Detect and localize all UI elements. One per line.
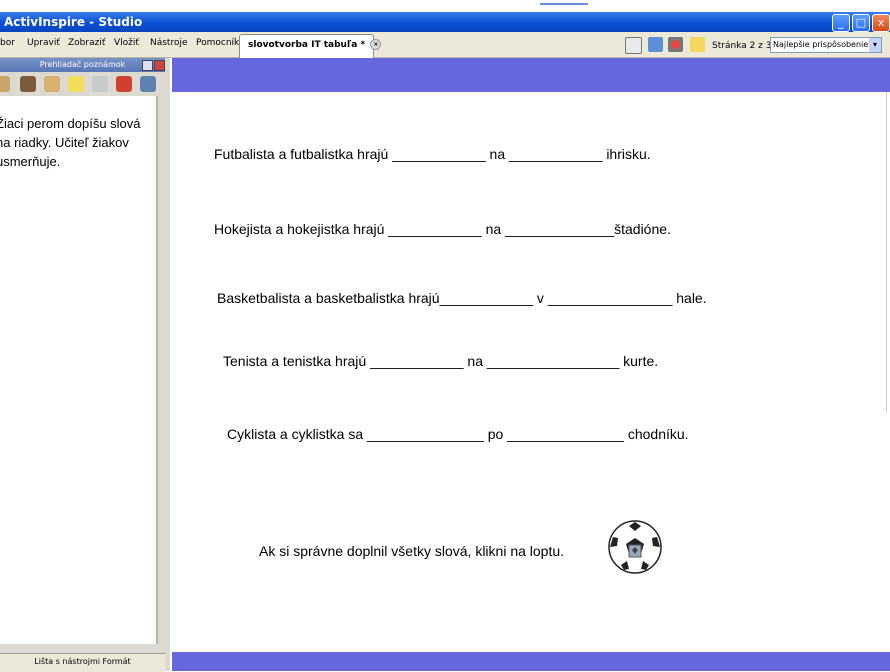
- chevron-down-icon[interactable]: ▾: [869, 38, 881, 52]
- page-view-icon[interactable]: [625, 37, 642, 54]
- note-text: Žiaci perom dopíšu slová na riadky. Učit…: [0, 116, 141, 169]
- zoom-value: Najlepšie prispôsobenie: [773, 40, 869, 49]
- panel-title: Prehliadač poznámok: [39, 60, 126, 69]
- panel-header: Prehliadač poznámok: [0, 58, 165, 72]
- notes-icon[interactable]: [690, 37, 705, 52]
- notes-browser-tab-icon[interactable]: [68, 76, 84, 92]
- canvas-bottom-band: [172, 652, 890, 671]
- close-button[interactable]: x: [872, 14, 890, 32]
- document-tab[interactable]: slovotvorba IT tabuľa * ×: [239, 34, 382, 58]
- sentence-hockey[interactable]: Hokejista a hokejistka hrajú ___________…: [214, 221, 671, 237]
- soccer-ball-icon[interactable]: [607, 519, 663, 575]
- record-icon[interactable]: [668, 37, 683, 52]
- resource-browser-tab-icon[interactable]: [20, 76, 36, 92]
- menu-item-tools[interactable]: Nástroje: [150, 38, 188, 48]
- page-indicator: Stránka 2 z 3: [712, 41, 772, 51]
- sentence-tennis[interactable]: Tenista a tenistka hrajú ____________ na…: [223, 353, 658, 369]
- sentence-cycling[interactable]: Cyklista a cyklistka sa _______________ …: [227, 426, 689, 442]
- menu-item-help[interactable]: Pomocník: [196, 38, 239, 48]
- voting-browser-tab-icon[interactable]: [140, 76, 156, 92]
- window-title: ActivInspire - Studio: [4, 15, 143, 29]
- zoom-select[interactable]: Najlepšie prispôsobenie ▾: [770, 37, 882, 53]
- document-tab-label: slovotvorba IT tabuľa *: [248, 40, 366, 50]
- maximize-button[interactable]: □: [852, 14, 870, 32]
- canvas-top-band: [172, 58, 890, 92]
- notes-browser-panel: Prehliadač poznámok Žiaci perom dopíšu s…: [0, 58, 170, 672]
- window-controls: _ □ x: [832, 14, 890, 32]
- minimize-button[interactable]: _: [832, 14, 850, 32]
- panel-close-icon[interactable]: [154, 60, 165, 71]
- format-toolbar-label[interactable]: Lišta s nástrojmi Formát: [0, 653, 165, 672]
- scrollbar-edge: [886, 92, 887, 412]
- action-browser-tab-icon[interactable]: [116, 76, 132, 92]
- menu-item-insert[interactable]: Vložiť: [114, 38, 139, 48]
- property-browser-tab-icon[interactable]: [92, 76, 108, 92]
- window-titlebar: ActivInspire - Studio: [0, 12, 890, 32]
- menu-item-edit[interactable]: Upraviť: [27, 38, 60, 48]
- pin-icon[interactable]: [142, 60, 153, 71]
- instruction-text: Ak si správne doplnil všetky slová, klik…: [259, 543, 565, 559]
- notes-area[interactable]: Žiaci perom dopíšu slová na riadky. Učit…: [0, 96, 158, 644]
- top-edge-line: [540, 3, 588, 5]
- page-browser-icon[interactable]: [648, 37, 663, 52]
- object-browser-tab-icon[interactable]: [44, 76, 60, 92]
- tab-close-icon[interactable]: ×: [370, 39, 382, 50]
- sentence-basketball[interactable]: Basketbalista a basketbalistka hrajú____…: [217, 290, 707, 306]
- sentence-football[interactable]: Futbalista a futbalistka hrajú _________…: [214, 146, 651, 162]
- panel-toolbar: [0, 72, 165, 96]
- page-browser-tab-icon[interactable]: [0, 76, 10, 92]
- menu-item-view[interactable]: Zobraziť: [68, 38, 105, 48]
- menu-item-file[interactable]: bor: [0, 38, 15, 48]
